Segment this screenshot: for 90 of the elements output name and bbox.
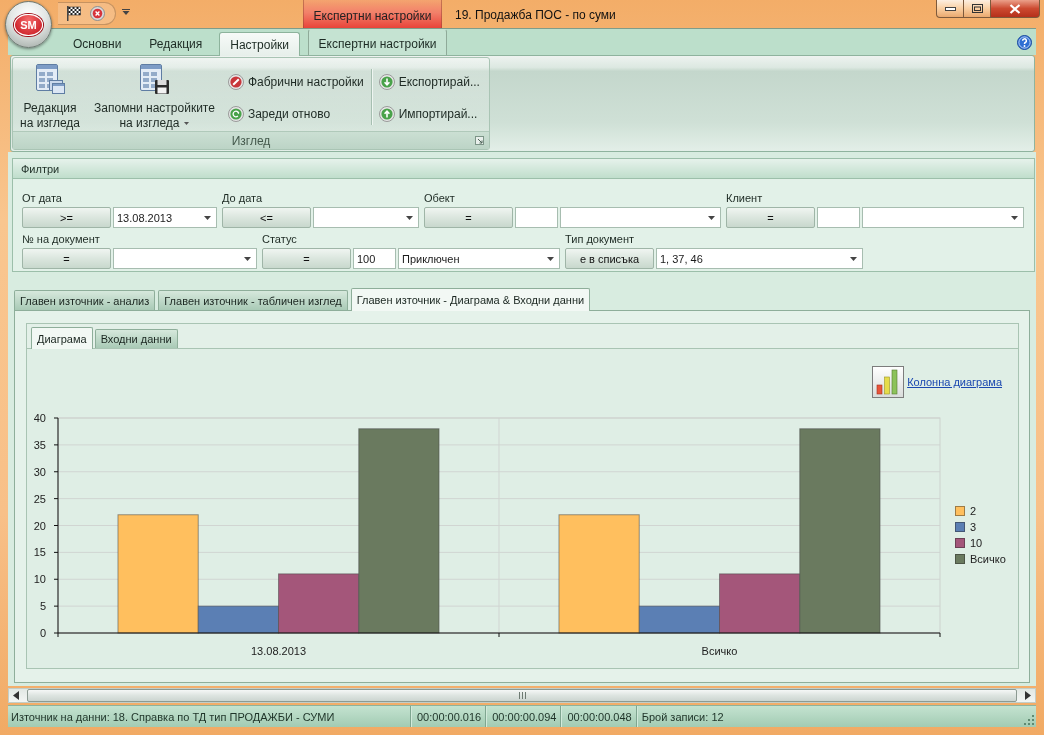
ribbon-button[interactable]: Импортирай... (376, 105, 482, 123)
filter-input[interactable] (515, 207, 558, 228)
axis-tick-label: 5 (39, 600, 46, 613)
ribbon-tab[interactable]: Редакция (138, 31, 214, 55)
ribbon-tab[interactable]: Настройки (219, 32, 301, 56)
filter-input[interactable] (817, 207, 860, 228)
view-tab[interactable]: Главен източник - анализ (14, 290, 156, 310)
ribbon-button[interactable]: Зареди отново (225, 105, 366, 123)
operator-button[interactable]: >= (22, 207, 111, 228)
ribbon-tab[interactable]: Експертни настройки (308, 29, 448, 55)
caret-down-icon[interactable] (122, 9, 130, 15)
chart-tab[interactable]: Диаграма (31, 327, 93, 349)
checkered-flag-icon[interactable] (67, 6, 81, 21)
axis-tick-label: 15 (33, 546, 46, 559)
down-arrow-icon (378, 74, 395, 90)
horizontal-scrollbar[interactable] (8, 688, 1036, 703)
maximize-button[interactable] (964, 0, 991, 18)
axis-tick-label: 35 (33, 438, 46, 451)
contextual-tab-header: Експертни настройки (303, 0, 442, 28)
status-text: Брой записи: 12 (640, 709, 725, 725)
dialog-launcher-icon[interactable] (475, 136, 484, 145)
operator-button[interactable]: = (424, 207, 513, 228)
operator-button[interactable]: е в списъка (565, 248, 654, 269)
chart-type-link[interactable]: Колонна диаграма (907, 376, 1002, 388)
grip-icon (518, 692, 526, 699)
bar-chart-icon[interactable] (872, 366, 905, 398)
help-icon[interactable] (1017, 34, 1032, 50)
operator-button[interactable]: <= (222, 207, 311, 228)
field-label: От дата (22, 191, 62, 206)
status-text: 00:00:00.016 (413, 706, 487, 727)
maximize-icon (971, 4, 983, 13)
resize-grip-icon[interactable] (1023, 714, 1034, 725)
close-icon (1009, 3, 1021, 14)
app-menu-button[interactable]: SM (5, 1, 52, 48)
window-save-icon (138, 63, 171, 95)
legend-label: 2 (970, 505, 977, 517)
axis-tick-label: 40 (33, 412, 46, 424)
category-label: 13.08.2013 (250, 645, 307, 657)
category-label: Всичко (701, 645, 738, 657)
up-arrow-icon (378, 106, 395, 122)
axis-tick-label: 30 (33, 465, 46, 478)
filter-combo[interactable]: 13.08.2013 (113, 207, 217, 228)
field-label: Обект (424, 191, 455, 206)
dropdown-arrow-icon[interactable] (708, 215, 715, 220)
close-button[interactable] (991, 0, 1040, 18)
view-tab[interactable]: Главен източник - табличен изглед (158, 290, 348, 310)
dropdown-arrow-icon[interactable] (1011, 215, 1018, 220)
field-label: № на документ (22, 232, 100, 247)
operator-button[interactable]: = (262, 248, 351, 269)
dropdown-arrow-icon[interactable] (406, 215, 413, 220)
legend-label: 3 (970, 521, 977, 533)
left-arrow-icon[interactable] (13, 691, 19, 700)
close-circle-icon[interactable] (90, 6, 105, 21)
dropdown-arrow-icon[interactable] (244, 256, 251, 261)
window-grid-icon (34, 63, 66, 95)
scrollbar-thumb[interactable] (27, 689, 1017, 702)
axis-tick-label: 25 (33, 492, 46, 505)
field-label: Клиент (726, 191, 763, 206)
group-label: Изглед (231, 133, 271, 148)
no-entry-icon (227, 74, 244, 90)
axis-tick-label: 20 (33, 519, 46, 532)
refresh-icon (227, 106, 244, 122)
operator-button[interactable]: = (726, 207, 815, 228)
minimize-icon (944, 6, 956, 11)
operator-button[interactable]: = (22, 248, 111, 269)
axis-tick-label: 0 (39, 627, 46, 639)
legend-label: Всичко (970, 553, 1006, 565)
dropdown-arrow-icon[interactable] (850, 256, 857, 261)
right-arrow-icon[interactable] (1025, 691, 1031, 700)
window-title: 19. Продажба ПОС - по суми (455, 7, 616, 22)
dropdown-arrow-icon[interactable] (204, 215, 211, 220)
ribbon-tab[interactable]: Основни (62, 31, 133, 55)
axis-tick-label: 10 (33, 573, 46, 586)
filter-combo[interactable]: Приключен (398, 248, 560, 269)
filter-input[interactable]: 100 (353, 248, 396, 269)
filter-combo[interactable]: 1, 37, 46 (656, 248, 863, 269)
status-text: Източник на данни: 18. Справка по ТД тип ПРОДАЖБИ - СУМИ (8, 706, 411, 727)
field-label: До дата (222, 191, 263, 206)
caret-down-icon (184, 122, 190, 126)
field-label: Тип документ (565, 232, 635, 247)
legend-label: 10 (970, 537, 983, 549)
field-label: Статус (262, 232, 297, 247)
chart-tab[interactable]: Входни данни (94, 329, 178, 348)
view-tab[interactable]: Главен източник - Диаграма & Входни данни (350, 288, 591, 311)
status-text: 00:00:00.094 (488, 706, 562, 727)
status-text: 00:00:00.048 (563, 706, 637, 727)
dropdown-arrow-icon[interactable] (547, 256, 554, 261)
ribbon-button[interactable]: Експортирай... (376, 73, 482, 91)
ribbon-button[interactable]: Фабрични настройки (225, 73, 366, 91)
minimize-button[interactable] (936, 0, 964, 18)
